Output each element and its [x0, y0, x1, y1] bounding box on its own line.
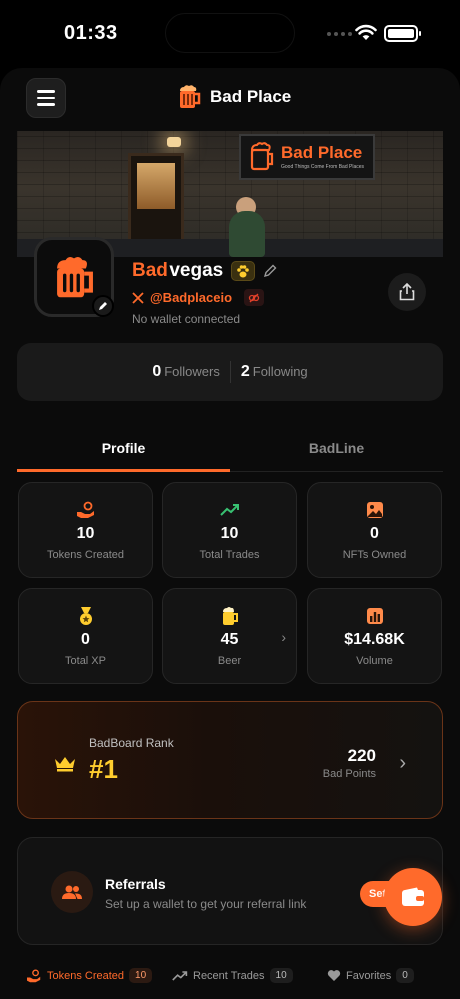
profile-name-row: Bad vegas [132, 260, 277, 282]
tab-tokens-created[interactable]: Tokens Created 10 [26, 968, 153, 983]
unlink-icon [248, 293, 260, 302]
stat-label: NFTs Owned [342, 548, 407, 561]
profile-name: Bad vegas [132, 260, 223, 282]
medal-icon [79, 606, 92, 625]
status-time: 01:33 [64, 22, 118, 44]
chevron-right-icon: › [281, 629, 286, 645]
dynamic-island [165, 13, 295, 53]
menu-button[interactable] [26, 78, 66, 118]
users-icon [62, 885, 82, 899]
following-count: 2 [240, 363, 250, 380]
app-screen: Bad Place Bad Place Good Things Come Fro… [0, 68, 460, 999]
hamburger-icon [37, 90, 55, 93]
x-logo-icon [132, 291, 144, 304]
x-handle: @Badplaceio [150, 290, 233, 305]
referrals-subtitle: Set up a wallet to get your referral lin… [105, 897, 307, 911]
rank-value: #1 [89, 754, 118, 784]
beer-icon [222, 606, 238, 625]
token-list-tabs: Tokens Created 10 Recent Trades 10 Favor… [0, 966, 460, 994]
tab-favorites[interactable]: Favorites 0 [327, 968, 414, 983]
brand-name: Bad Place [210, 87, 292, 106]
trending-up-icon [219, 503, 239, 516]
cellular-signal-icon [327, 32, 352, 36]
stat-total-xp: 0 Total XP [18, 588, 153, 684]
trending-up-icon [172, 970, 188, 981]
stat-tokens-created: 10 Tokens Created [18, 482, 153, 578]
profile-name-first: Bad [132, 260, 168, 281]
tab-label: Recent Trades [193, 969, 265, 982]
pencil-icon [99, 302, 107, 310]
tab-label: Tokens Created [47, 969, 125, 982]
banner-sign-tagline: Good Things Come From Bad Places [281, 164, 365, 170]
badboard-rank-card[interactable]: BadBoard Rank #1 220 Bad Points › [17, 701, 443, 819]
stat-value: $14.68K [344, 630, 405, 648]
stat-beer[interactable]: 45 Beer › [162, 588, 297, 684]
stat-label: Beer [217, 654, 242, 667]
bad-points-value: 220 [347, 746, 376, 765]
beer-mug-icon [250, 142, 274, 171]
banner-sign: Bad Place Good Things Come From Bad Plac… [239, 134, 375, 180]
stat-value: 45 [220, 630, 239, 648]
edit-avatar-button[interactable] [92, 295, 114, 317]
image-icon [366, 501, 383, 518]
paw-icon [237, 264, 250, 277]
profile-name-last: vegas [169, 260, 224, 281]
share-button[interactable] [388, 273, 426, 311]
chevron-right-icon: › [399, 752, 406, 774]
brand: Bad Place [176, 84, 291, 110]
bad-points-label: Bad Points [322, 768, 376, 780]
wifi-icon [355, 24, 377, 40]
banner-sign-title: Bad Place [281, 143, 363, 162]
bar-chart-icon [366, 607, 383, 624]
followers-button[interactable]: 0 Followers [142, 363, 230, 381]
edit-name-icon[interactable] [263, 264, 277, 278]
tab-count-badge: 0 [396, 968, 414, 983]
tab-label: Favorites [346, 969, 392, 982]
referrals-icon-wrap [51, 871, 93, 913]
social-handle-row[interactable]: @Badplaceio [132, 289, 265, 306]
beer-mug-avatar-icon [57, 257, 93, 298]
following-label: Following [252, 364, 308, 379]
stat-nfts-owned: 0 NFTs Owned [307, 482, 442, 578]
heart-icon [327, 970, 341, 981]
wallet-fab-button[interactable] [384, 868, 442, 926]
stat-value: 0 [81, 630, 90, 648]
wallet-status: No wallet connected [132, 312, 241, 326]
stat-label: Tokens Created [46, 548, 125, 561]
paw-badge [231, 261, 256, 281]
stat-volume: $14.68K Volume [307, 588, 442, 684]
share-icon [399, 283, 415, 301]
stat-label: Total XP [65, 654, 106, 667]
tab-count-badge: 10 [129, 968, 153, 983]
follow-card: 0 Followers 2 Following [17, 343, 443, 401]
stat-value: 0 [370, 524, 379, 542]
stat-label: Volume [356, 654, 393, 667]
hand-coin-icon [27, 968, 41, 982]
unlink-badge[interactable] [244, 289, 265, 306]
stat-value: 10 [220, 524, 239, 542]
beer-mug-logo-icon [180, 85, 201, 108]
wallet-icon [402, 887, 424, 906]
stat-value: 10 [76, 524, 95, 542]
tab-recent-trades[interactable]: Recent Trades 10 [172, 968, 293, 983]
status-bar: 01:33 [0, 0, 460, 68]
tab-badline[interactable]: BadLine [230, 428, 443, 472]
stat-total-trades: 10 Total Trades [162, 482, 297, 578]
crown-icon [55, 757, 75, 772]
followers-count: 0 [152, 363, 162, 380]
tab-profile[interactable]: Profile [17, 428, 230, 472]
stat-label: Total Trades [199, 548, 260, 561]
referrals-title: Referrals [105, 876, 166, 892]
followers-label: Followers [164, 364, 220, 379]
profile-tabs: Profile BadLine [17, 428, 443, 472]
tab-count-badge: 10 [269, 968, 293, 983]
rank-label: BadBoard Rank [89, 736, 174, 750]
battery-icon [384, 25, 421, 42]
referrals-card: Referrals Set up a wallet to get your re… [17, 837, 443, 945]
hand-coin-icon [76, 501, 94, 518]
following-button[interactable]: 2 Following [231, 363, 318, 381]
